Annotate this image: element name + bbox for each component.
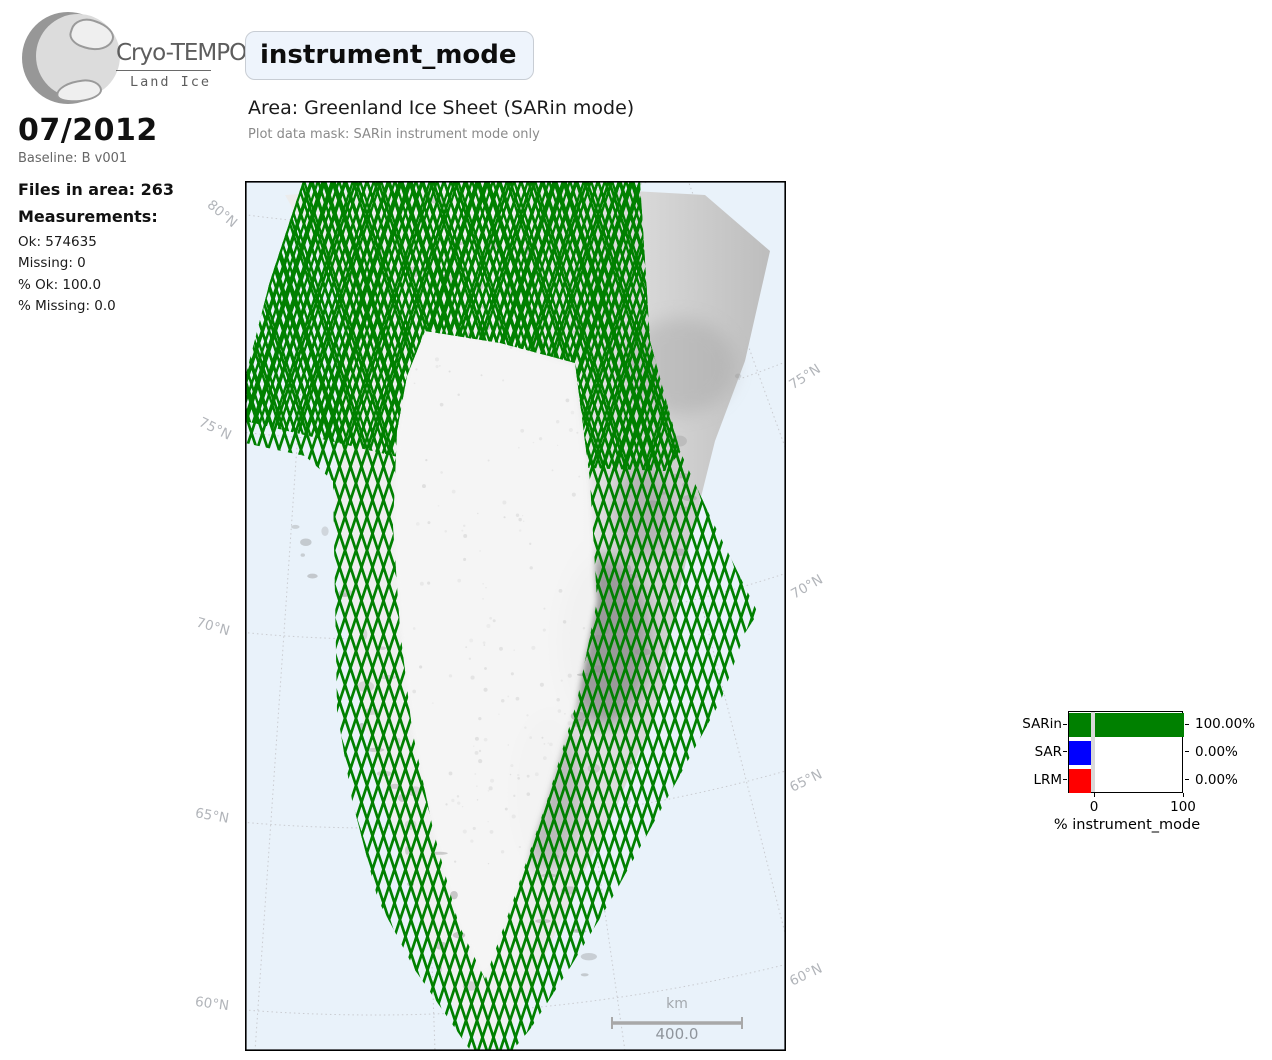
bar-row-sarin [1069,713,1182,737]
files-in-area-label: Files in area: 263 [18,180,174,199]
value-label-sarin: 100.00% [1195,715,1272,733]
instrument-mode-bar-chart: SARin SAR LRM 100.00% 0.00% 0.00% 0 100 … [1005,703,1272,843]
bar-row-sar [1069,741,1182,765]
scale-bar-value: 400.0 [617,1025,737,1043]
chart-category-sar: SAR [1005,743,1062,761]
chart-category-sarin: SARin [1005,715,1062,733]
bar-key-sarin [1069,713,1091,737]
y-tick-right [1185,724,1189,725]
measurements-heading: Measurements: [18,207,158,226]
lat-label-75n-left: 75°N [196,414,234,443]
lat-label-60n-right: 60°N [787,961,825,990]
map-canvas [245,181,786,1051]
logo-title: Cryo-TEMPO [116,40,216,66]
logo-subtitle: Land Ice [111,74,211,90]
lat-label-75n-right: 75°N [786,361,823,393]
lat-label-65n-left: 65°N [194,805,230,827]
lat-label-60n-left: 60°N [194,994,230,1014]
scale-bar-unit: km [617,996,737,1012]
y-tick-right [1185,779,1189,780]
y-tick [1063,724,1067,725]
x-tick-label-0: 0 [1079,799,1109,815]
value-label-sar: 0.00% [1195,743,1272,761]
bar-key-lrm [1069,769,1091,793]
stat-pct-missing: % Missing: 0.0 [18,298,238,314]
cryo-tempo-logo: Cryo-TEMPO Land Ice [14,8,214,108]
bar-row-lrm [1069,769,1182,793]
greenland-map: km 400.0 [245,181,786,1051]
plot-mask-note: Plot data mask: SARin instrument mode on… [248,127,540,142]
y-tick-right [1185,751,1189,752]
chart-category-lrm: LRM [1005,771,1062,789]
stat-pct-ok: % Ok: 100.0 [18,277,238,293]
value-label-lrm: 0.00% [1195,771,1272,789]
lat-label-80n-left: 80°N [204,197,240,231]
period-heading: 07/2012 [18,113,158,148]
y-tick [1063,751,1067,752]
bar-key-sar [1069,741,1091,765]
x-tick-0 [1094,793,1095,797]
chart-plot-area [1068,711,1183,793]
lat-label-70n-right: 70°N [788,572,825,603]
x-axis-label: % instrument_mode [1035,817,1219,833]
stat-missing: Missing: 0 [18,255,238,271]
stat-ok: Ok: 574635 [18,234,238,250]
y-tick [1063,779,1067,780]
lat-label-70n-left: 70°N [194,615,231,640]
lat-label-65n-right: 65°N [787,766,825,795]
x-tick-label-100: 100 [1163,799,1203,815]
x-tick-100 [1183,793,1184,797]
page-title: instrument_mode [245,31,534,80]
zero-axis-stripe [1091,712,1095,792]
logo-divider [116,70,211,71]
baseline-label: Baseline: B v001 [18,151,127,166]
area-subtitle: Area: Greenland Ice Sheet (SARin mode) [248,97,634,119]
bar-value-sarin [1095,713,1184,737]
